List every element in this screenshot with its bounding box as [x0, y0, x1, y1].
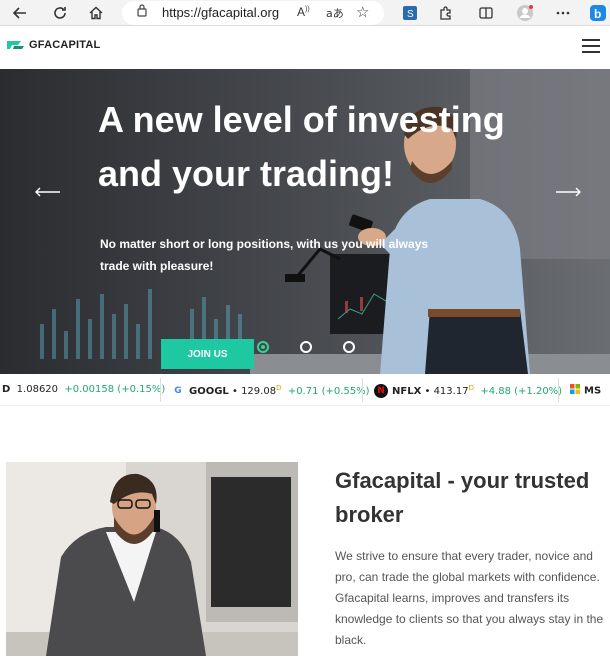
home-icon[interactable]	[86, 3, 106, 23]
url-text: https://gfacapital.org	[162, 5, 280, 20]
slider-dot-2[interactable]	[300, 341, 312, 353]
ticker-divider	[362, 378, 363, 402]
slider-dot-1[interactable]	[257, 341, 269, 353]
favorite-star-icon[interactable]: ☆	[356, 3, 369, 21]
logo-text: GFACAPITAL	[29, 39, 101, 51]
ticker-item[interactable]: D 1.08620 +0.00158 (+0.15%)	[2, 384, 165, 395]
ticker-item[interactable]: MS	[570, 384, 601, 397]
about-text: We strive to ensure that every trader, n…	[335, 549, 604, 647]
address-bar[interactable]: https://gfacapital.org A)) aあ ☆	[122, 1, 384, 25]
hero-subtitle: No matter short or long positions, with …	[100, 237, 429, 273]
slider-prev-arrow-icon[interactable]	[34, 187, 60, 197]
google-logo-icon: G	[174, 386, 182, 396]
market-ticker: D 1.08620 +0.00158 (+0.15%) G GOOGL • 129…	[0, 374, 610, 406]
translate-icon[interactable]: aあ	[326, 5, 344, 21]
ticker-item[interactable]: N NFLX • 413.17D +4.88 (+1.20%)	[374, 384, 562, 398]
about-image	[6, 462, 298, 656]
ticker-item[interactable]: G GOOGL • 129.08D +0.71 (+0.55%)	[171, 384, 369, 398]
lock-icon	[136, 3, 148, 20]
svg-text:b: b	[594, 7, 601, 21]
about-title: Gfacapital - your trusted broker	[335, 468, 590, 527]
site-logo[interactable]: GFACAPITAL	[6, 38, 100, 52]
bing-copilot-icon[interactable]: b	[588, 3, 608, 23]
netflix-logo-icon: N	[374, 384, 388, 398]
site-header: GFACAPITAL	[0, 27, 610, 69]
split-screen-icon[interactable]	[476, 3, 496, 23]
slider-next-arrow-icon[interactable]	[556, 187, 582, 197]
join-us-button[interactable]: JOIN US	[161, 339, 254, 369]
gfacapital-logo-icon	[7, 41, 24, 49]
svg-text:S: S	[407, 9, 414, 20]
extension-s-icon[interactable]: S	[400, 3, 420, 23]
read-aloud-icon[interactable]: A))	[297, 5, 310, 19]
slider-dot-3[interactable]	[343, 341, 355, 353]
hero-title: A new level of investing and your tradin…	[98, 99, 505, 194]
back-arrow-icon[interactable]	[10, 3, 30, 23]
hamburger-menu-icon[interactable]	[582, 39, 600, 53]
microsoft-logo-icon	[570, 384, 580, 397]
extensions-puzzle-icon[interactable]	[436, 3, 456, 23]
ticker-divider	[558, 378, 559, 402]
refresh-icon[interactable]	[50, 3, 70, 23]
hero-banner: A new level of investing and your tradin…	[0, 69, 610, 374]
ticker-divider	[160, 378, 161, 402]
browser-toolbar: https://gfacapital.org A)) aあ ☆ S b	[0, 0, 610, 26]
more-options-icon[interactable]	[553, 3, 573, 23]
profile-avatar-icon[interactable]	[515, 3, 535, 23]
